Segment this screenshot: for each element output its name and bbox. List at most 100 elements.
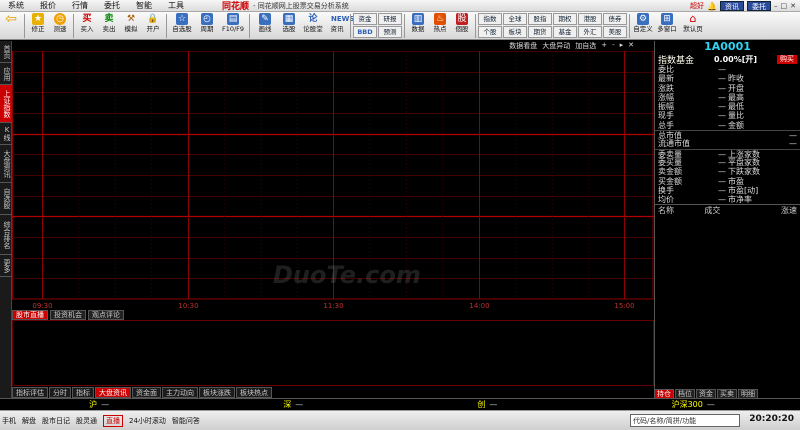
live-panel: DuoTe.com	[12, 261, 654, 386]
side-tab-7[interactable]: 更多	[0, 255, 12, 277]
customize-button[interactable]: ⚙ 自定义	[632, 12, 654, 34]
zoom-in-button[interactable]: +	[601, 41, 607, 51]
rolling-news[interactable]: 24小时滚动	[129, 416, 166, 426]
market-futures[interactable]: 期货	[528, 26, 552, 38]
market-sector[interactable]: 板块	[503, 26, 527, 38]
menu-market[interactable]: 行情	[64, 0, 96, 11]
mobile-link[interactable]: 手机	[2, 416, 16, 426]
market-us[interactable]: 美股	[603, 26, 627, 38]
buy-button[interactable]: 买买入	[76, 12, 98, 34]
bottom-tab-6[interactable]: 板块涨跌	[199, 387, 235, 398]
side-tab-6[interactable]: 综合排名	[0, 215, 12, 255]
bottom-tab-1[interactable]: 分时	[49, 387, 71, 398]
analysis-link[interactable]: 解盘	[22, 416, 36, 426]
add-watchlist-button[interactable]: 加自选	[575, 41, 596, 51]
sell-button[interactable]: 卖卖出	[98, 12, 120, 34]
close-chart-icon[interactable]: ✕	[628, 41, 634, 51]
news-toolbar-button[interactable]: NEWS 资讯	[326, 12, 355, 34]
minimize-icon[interactable]: –	[774, 2, 778, 10]
panel-tab-1[interactable]: 投资机会	[50, 310, 86, 320]
news-button[interactable]: 资讯	[720, 1, 744, 11]
bottom-tab-2[interactable]: 指标	[72, 387, 94, 398]
side-tab-2[interactable]: 上证指数	[0, 85, 12, 123]
order-button[interactable]: 委托	[747, 1, 771, 11]
customize-icon: ⚙	[637, 13, 649, 25]
multi-window-button[interactable]: ⊞ 多窗口	[654, 12, 680, 34]
back-arrow-icon: ⇦	[5, 11, 17, 27]
col-name[interactable]: 名称	[658, 205, 704, 216]
menu-smart[interactable]: 智能	[128, 0, 160, 11]
side-tab-4[interactable]: 大盘资讯	[0, 145, 12, 183]
default-page-button[interactable]: ⌂ 默认页	[680, 12, 706, 34]
quote-cell-c: 平盘家数	[728, 157, 760, 167]
smart-qa-link[interactable]: 智能问答	[172, 416, 200, 426]
market-global[interactable]: 全球	[503, 13, 527, 25]
market-fund[interactable]: 基金	[553, 26, 577, 38]
forecast-button[interactable]: 预测	[378, 26, 402, 38]
app-logo: 同花顺	[222, 2, 250, 12]
super-link[interactable]: 超好	[690, 1, 704, 11]
next-icon[interactable]: ▸	[620, 41, 624, 51]
data-watch-button[interactable]: 数据看盘	[509, 41, 537, 51]
f10-button[interactable]: ▤ F10/F9	[219, 12, 247, 34]
watchlist-button[interactable]: ☆ 自选股	[169, 12, 195, 34]
index-segment[interactable]: 沪深300—	[668, 399, 715, 410]
simulate-button[interactable]: ⚒ 模拟	[120, 12, 142, 34]
close-icon[interactable]: ✕	[790, 2, 796, 10]
code-search-input[interactable]: 代码/名称/简拼/功能	[630, 414, 740, 427]
stock-link[interactable]: 股灵通	[76, 416, 97, 426]
quote-cell-b: —	[718, 83, 726, 93]
live-badge[interactable]: 直播	[103, 414, 123, 427]
bottom-tab-5[interactable]: 主力动向	[162, 387, 198, 398]
panel-tab-0[interactable]: 股市直播	[12, 310, 48, 320]
menu-order[interactable]: 委托	[96, 0, 128, 11]
speed-test-button[interactable]: ◷ 测速	[49, 12, 71, 34]
market-alert-button[interactable]: 大盘异动	[542, 41, 570, 51]
maximize-icon[interactable]: □	[781, 2, 788, 10]
index-segment[interactable]: 深 —	[279, 399, 303, 410]
data-button[interactable]: ▥ 数据	[407, 12, 429, 34]
forum-icon: 论	[308, 14, 318, 24]
menu-tools[interactable]: 工具	[160, 0, 192, 11]
market-hk[interactable]: 港股	[578, 13, 602, 25]
bottom-tab-7[interactable]: 板块热点	[236, 387, 272, 398]
stock-button[interactable]: 股個股	[451, 12, 473, 34]
quote-cell-b: —	[718, 149, 726, 159]
stock-filter-button[interactable]: ▦ 选股	[278, 12, 300, 34]
bottom-tab-0[interactable]: 指标评估	[12, 387, 48, 398]
side-tab-1[interactable]: 应用	[0, 63, 12, 85]
panel-tab-2[interactable]: 观点评论	[88, 310, 124, 320]
quote-cell-d	[796, 74, 800, 83]
market-individual[interactable]: 个股	[478, 26, 502, 38]
fix-button[interactable]: ★ 修正	[27, 12, 49, 34]
index-segment[interactable]: 沪 —	[85, 399, 109, 410]
hotspot-button[interactable]: ♨ 热点	[429, 12, 451, 34]
index-segment[interactable]: 创 —	[473, 399, 497, 410]
forum-button[interactable]: 论论股堂	[300, 12, 326, 34]
menu-quote[interactable]: 报价	[32, 0, 64, 11]
side-tab-3[interactable]: K线图	[0, 123, 12, 145]
market-stock-index[interactable]: 股指	[528, 13, 552, 25]
col-volume[interactable]: 成交	[704, 205, 750, 216]
back-button[interactable]: ⇦	[0, 11, 22, 27]
col-speed[interactable]: 涨速	[751, 205, 797, 216]
bbd-button[interactable]: BBD	[353, 26, 377, 38]
draw-line-button[interactable]: ✎ 画线	[252, 12, 278, 34]
bottom-tab-4[interactable]: 资金面	[132, 387, 161, 398]
market-index[interactable]: 指数	[478, 13, 502, 25]
menu-system[interactable]: 系统	[0, 0, 32, 11]
fund-button[interactable]: 资金	[353, 13, 377, 25]
bottom-tab-3[interactable]: 大盘资讯	[95, 387, 131, 398]
market-forex[interactable]: 外汇	[578, 26, 602, 38]
cycle-button[interactable]: ◴ 周期	[195, 12, 219, 34]
diary-link[interactable]: 股市日记	[42, 416, 70, 426]
side-tab-5[interactable]: 自选股	[0, 183, 12, 215]
side-tab-0[interactable]: 首页	[0, 41, 12, 63]
zoom-out-button[interactable]: -	[612, 41, 615, 51]
bell-icon[interactable]: 🔔	[707, 2, 717, 11]
purchase-button[interactable]: 购买	[777, 54, 797, 64]
market-options[interactable]: 期权	[553, 13, 577, 25]
market-bond[interactable]: 债券	[603, 13, 627, 25]
research-button[interactable]: 研报	[378, 13, 402, 25]
open-account-button[interactable]: 🔒 开户	[142, 12, 164, 34]
